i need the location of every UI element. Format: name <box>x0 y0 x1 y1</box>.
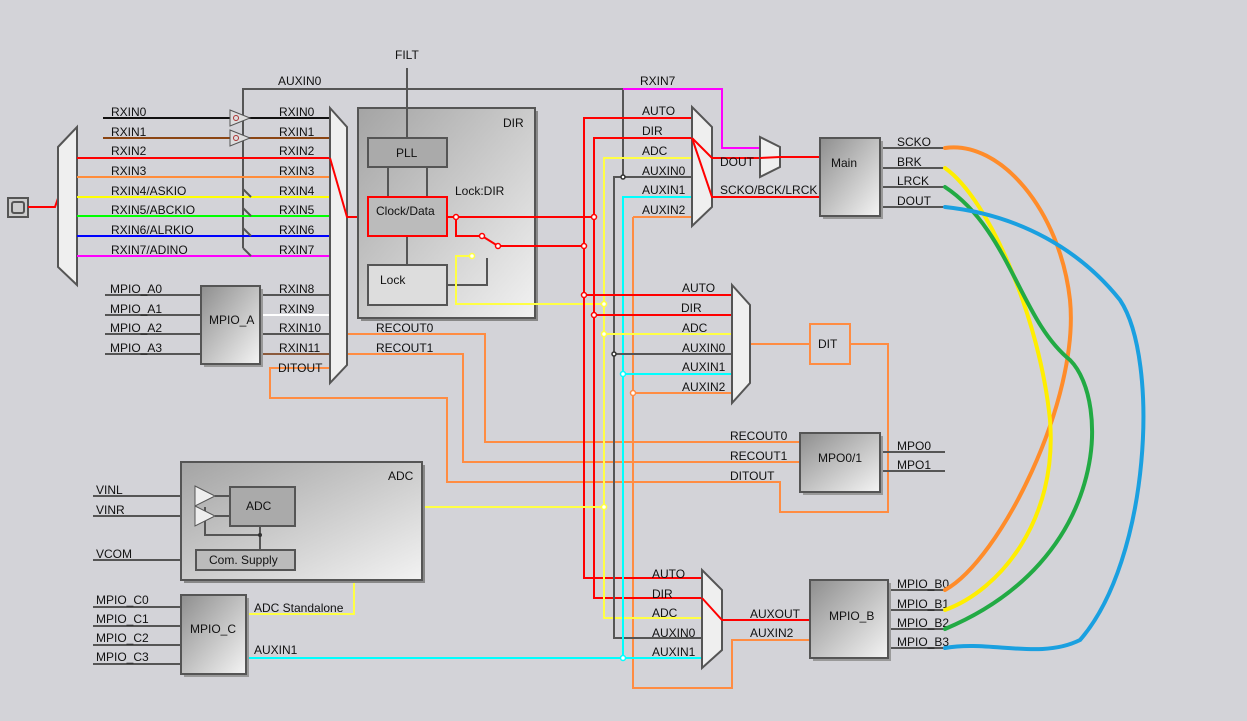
label-recout1: RECOUT1 <box>376 341 434 355</box>
label-dit-dir: DIR <box>681 301 702 315</box>
lock-title: Lock <box>380 273 406 287</box>
label-mux-rxin4: RXIN4 <box>279 184 315 198</box>
label-main-auxin0: AUXIN0 <box>642 164 686 178</box>
label-mux-rxin8: RXIN8 <box>279 282 315 296</box>
label-mpio-c2: MPIO_C2 <box>96 631 149 645</box>
label-mpio-c-auxin1: AUXIN1 <box>254 643 298 657</box>
label-main-adc: ADC <box>642 144 668 158</box>
label-mpio-c0: MPIO_C0 <box>96 593 149 607</box>
label-main-auxin1: AUXIN1 <box>642 183 686 197</box>
label-mux-rxin7: RXIN7 <box>279 243 315 257</box>
label-lock-dir: Lock:DIR <box>455 184 505 198</box>
label-mpio-b2: MPIO_B2 <box>897 616 949 630</box>
label-mpio-a3: MPIO_A3 <box>110 341 162 355</box>
label-aux-auto: AUTO <box>652 567 685 581</box>
label-input-rxin7: RXIN7/ADINO <box>111 243 188 257</box>
label-mux-rxin0: RXIN0 <box>279 105 315 119</box>
label-aux-adc: ADC <box>652 606 678 620</box>
mpio-b-title: MPIO_B <box>829 609 874 623</box>
label-input-rxin0: RXIN0 <box>111 105 147 119</box>
pll-title: PLL <box>396 146 418 160</box>
label-mux-rxin6: RXIN6 <box>279 223 315 237</box>
wire-dout <box>759 156 820 159</box>
label-main-auxin2: AUXIN2 <box>642 203 686 217</box>
label-mux-rxin11: RXIN11 <box>279 341 320 355</box>
label-input-rxin4: RXIN4/ASKIO <box>111 184 186 198</box>
label-dit-adc: ADC <box>682 321 708 335</box>
label-mpo-recout1: RECOUT1 <box>730 449 788 463</box>
label-aux-dir: DIR <box>652 587 673 601</box>
label-mux-rxin5: RXIN5 <box>279 203 315 217</box>
clock-data-title: Clock/Data <box>376 204 435 218</box>
buffer-icon <box>229 109 252 147</box>
label-mpio-c3: MPIO_C3 <box>96 650 149 664</box>
label-input-rxin2: RXIN2 <box>111 144 147 158</box>
label-scko: SCKO <box>897 135 931 149</box>
dir-title: DIR <box>503 116 524 130</box>
dit-title: DIT <box>818 337 838 351</box>
receiver-input-mux <box>329 105 348 386</box>
label-mpio-b-auxin2: AUXIN2 <box>750 626 794 640</box>
label-vinl: VINL <box>96 483 123 497</box>
label-mux-rxin9: RXIN9 <box>279 302 315 316</box>
label-mpo1: MPO1 <box>897 458 931 472</box>
label-input-rxin5: RXIN5/ABCKIO <box>111 203 195 217</box>
label-brk: BRK <box>897 155 922 169</box>
label-mpio-b3: MPIO_B3 <box>897 635 949 649</box>
label-aux-auxin1: AUXIN1 <box>652 645 696 659</box>
label-main-dout: DOUT <box>897 194 932 208</box>
main-block <box>819 137 881 217</box>
aux-output-mux <box>701 567 723 671</box>
label-dit-auxin1: AUXIN1 <box>682 360 726 374</box>
label-adc-standalone: ADC Standalone <box>254 601 344 615</box>
adc-core-title: ADC <box>246 499 272 513</box>
label-mpo-recout0: RECOUT0 <box>730 429 788 443</box>
label-vinr: VINR <box>96 503 125 517</box>
adc-title: ADC <box>388 469 414 483</box>
mpio-c-title: MPIO_C <box>190 622 236 636</box>
label-aux-auxin0: AUXIN0 <box>652 626 696 640</box>
label-auxin0-top: AUXIN0 <box>278 74 322 88</box>
label-input-rxin1: RXIN1 <box>111 125 147 139</box>
curve-scko-to-mpio-b0 <box>943 145 1073 592</box>
label-mpio-a1: MPIO_A1 <box>110 302 162 316</box>
label-vcom: VCOM <box>96 547 132 561</box>
label-filt: FILT <box>395 48 419 62</box>
label-mpio-a0: MPIO_A0 <box>110 282 162 296</box>
label-main-dir: DIR <box>642 124 663 138</box>
label-lrck: LRCK <box>897 174 929 188</box>
label-mux-ditout: DITOUT <box>278 361 323 375</box>
label-dit-auxin0: AUXIN0 <box>682 341 726 355</box>
main-title: Main <box>831 156 857 170</box>
label-scko-bck-lrck: SCKO/BCK/LRCK <box>720 183 817 197</box>
optical-connector-icon <box>7 197 29 218</box>
com-supply-title: Com. Supply <box>209 553 278 567</box>
label-mpo0: MPO0 <box>897 439 931 453</box>
label-dit-auto: AUTO <box>682 281 715 295</box>
label-recout0: RECOUT0 <box>376 321 434 335</box>
label-input-rxin3: RXIN3 <box>111 164 147 178</box>
dit-mux <box>731 282 751 406</box>
label-mpio-b0: MPIO_B0 <box>897 577 949 591</box>
curve-dout-to-mpio-b3 <box>943 205 1146 652</box>
mpio-a-title: MPIO_A <box>209 313 254 327</box>
label-input-rxin6: RXIN6/ALRKIO <box>111 223 194 237</box>
label-mux-rxin2: RXIN2 <box>279 144 315 158</box>
label-rxin7-top: RXIN7 <box>640 74 676 88</box>
label-mpio-a2: MPIO_A2 <box>110 321 162 335</box>
label-mux-rxin10: RXIN10 <box>279 321 321 335</box>
label-mux-rxin1: RXIN1 <box>279 125 315 139</box>
input-selector-mux <box>57 124 78 288</box>
label-dout: DOUT <box>720 155 755 169</box>
label-mpo-ditout: DITOUT <box>730 469 775 483</box>
mpo01-title: MPO0/1 <box>818 451 862 465</box>
label-dit-auxin2: AUXIN2 <box>682 380 726 394</box>
label-main-auto: AUTO <box>642 104 675 118</box>
label-mpio-c1: MPIO_C1 <box>96 612 149 626</box>
label-mux-rxin3: RXIN3 <box>279 164 315 178</box>
label-mpio-b1: MPIO_B1 <box>897 597 949 611</box>
label-auxout: AUXOUT <box>750 607 801 621</box>
signal-routing-diagram: AUXIN0 RXIN7 RXIN0 RXIN1 RXIN2 RXIN3 RXI… <box>7 48 1146 689</box>
